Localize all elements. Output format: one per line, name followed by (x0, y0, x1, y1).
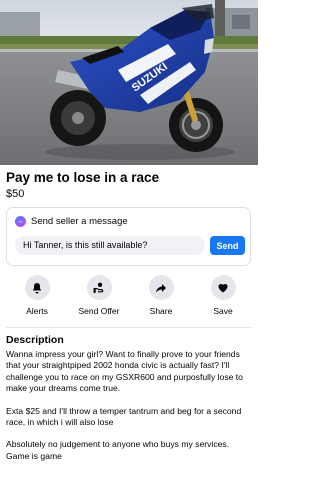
listing-photo[interactable]: SUZUKI (0, 0, 258, 165)
bell-icon (24, 275, 50, 300)
share-button[interactable]: Share (130, 275, 192, 316)
save-label: Save (213, 306, 233, 316)
share-label: Share (149, 306, 173, 316)
description-paragraph: Wanna impress your girl? Want to finally… (6, 349, 243, 394)
message-header: Send seller a message (15, 216, 128, 227)
alerts-label: Alerts (26, 306, 48, 316)
share-icon (148, 275, 174, 300)
save-button[interactable]: Save (192, 275, 254, 316)
action-bar: Alerts Send Offer Share Save (6, 275, 252, 321)
description-section: Description Wanna impress your girl? Wan… (6, 334, 254, 462)
send-offer-button[interactable]: Send Offer (68, 275, 130, 316)
offer-icon (86, 275, 112, 300)
send-button[interactable]: Send (210, 236, 245, 255)
description-heading: Description (6, 334, 64, 346)
description-paragraph: Absolutely no judgement to anyone who bu… (6, 439, 230, 461)
heart-icon (210, 275, 236, 300)
motorcycle-image: SUZUKI (0, 0, 258, 165)
messenger-icon (15, 216, 26, 227)
listing-price: $50 (6, 188, 25, 200)
message-input[interactable]: Hi Tanner, is this still available? (15, 236, 205, 255)
message-seller-card: Send seller a message Hi Tanner, is this… (6, 207, 251, 266)
send-offer-label: Send Offer (78, 306, 120, 316)
listing-info: Pay me to lose in a race $50 (6, 170, 252, 201)
alerts-button[interactable]: Alerts (6, 275, 68, 316)
listing-title: Pay me to lose in a race (6, 170, 160, 185)
section-divider (6, 327, 252, 328)
description-paragraph: Exta $25 and I'll throw a temper tantrum… (6, 405, 242, 428)
message-header-label: Send seller a message (31, 216, 128, 227)
